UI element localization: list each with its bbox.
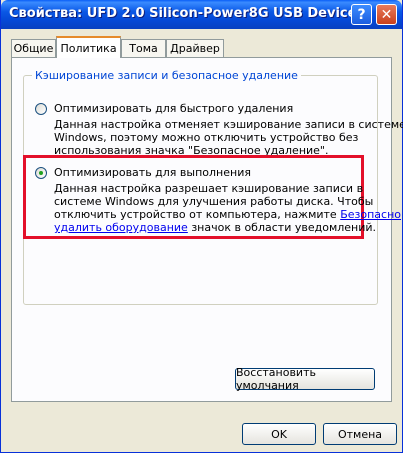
safely-remove-link-cont[interactable]: удалить оборудование	[54, 221, 188, 234]
restore-defaults-button[interactable]: Восстановить умолчания	[235, 366, 375, 392]
cancel-label: Отмена	[337, 427, 383, 441]
groupbox-title: Кэширование записи и безопасное удаление	[32, 69, 301, 82]
ok-label: OK	[271, 427, 287, 441]
performance-description: Данная настройка разрешает кэширование з…	[54, 182, 401, 234]
tab-general-label: Общие	[13, 42, 54, 55]
description-tail: значок в области уведомлений.	[187, 221, 377, 234]
tab-general[interactable]: Общие	[11, 39, 56, 57]
tab-volumes-label: Тома	[129, 42, 158, 55]
quick-removal-label[interactable]: Оптимизировать для быстрого удаления	[54, 102, 293, 115]
tab-panel-policy: Кэширование записи и безопасное удаление…	[11, 57, 403, 402]
tab-driver-label: Драйвер	[170, 42, 220, 55]
radio-selected-dot	[39, 171, 43, 175]
safely-remove-link[interactable]: Безопасно	[340, 208, 401, 221]
properties-dialog: Свойства: UFD 2.0 Silicon-Power8G USB De…	[0, 0, 403, 453]
description-line: отключить устройство от компьютера, нажм…	[54, 208, 337, 221]
tab-policy-label: Политика	[60, 41, 117, 55]
performance-label[interactable]: Оптимизировать для выполнения	[54, 166, 251, 179]
performance-radio[interactable]	[35, 167, 47, 179]
tab-driver[interactable]: Драйвер	[166, 39, 224, 57]
description-line: Windows, поэтому можно отключить устройс…	[54, 131, 359, 144]
help-icon: ?	[357, 6, 366, 23]
quick-removal-radio[interactable]	[35, 103, 47, 115]
tab-volumes[interactable]: Тома	[121, 39, 166, 57]
close-button[interactable]: ✕	[376, 4, 397, 25]
title-bar[interactable]: Свойства: UFD 2.0 Silicon-Power8G USB De…	[1, 0, 402, 29]
close-icon: ✕	[380, 6, 393, 23]
description-line: системе Windows для улучшения работы дис…	[54, 195, 374, 208]
description-line: Данная настройка разрешает кэширование з…	[54, 182, 364, 195]
quick-removal-description: Данная настройка отменяет кэширование за…	[54, 118, 403, 157]
window-title: Свойства: UFD 2.0 Silicon-Power8G USB De…	[9, 6, 357, 21]
tab-policy[interactable]: Политика	[56, 36, 121, 58]
restore-defaults-label: Восстановить умолчания	[236, 366, 316, 392]
ok-button[interactable]: OK	[242, 423, 316, 445]
help-button[interactable]: ?	[351, 4, 372, 25]
cancel-button[interactable]: Отмена	[323, 423, 397, 445]
description-line: Данная настройка отменяет кэширование за…	[54, 118, 403, 131]
